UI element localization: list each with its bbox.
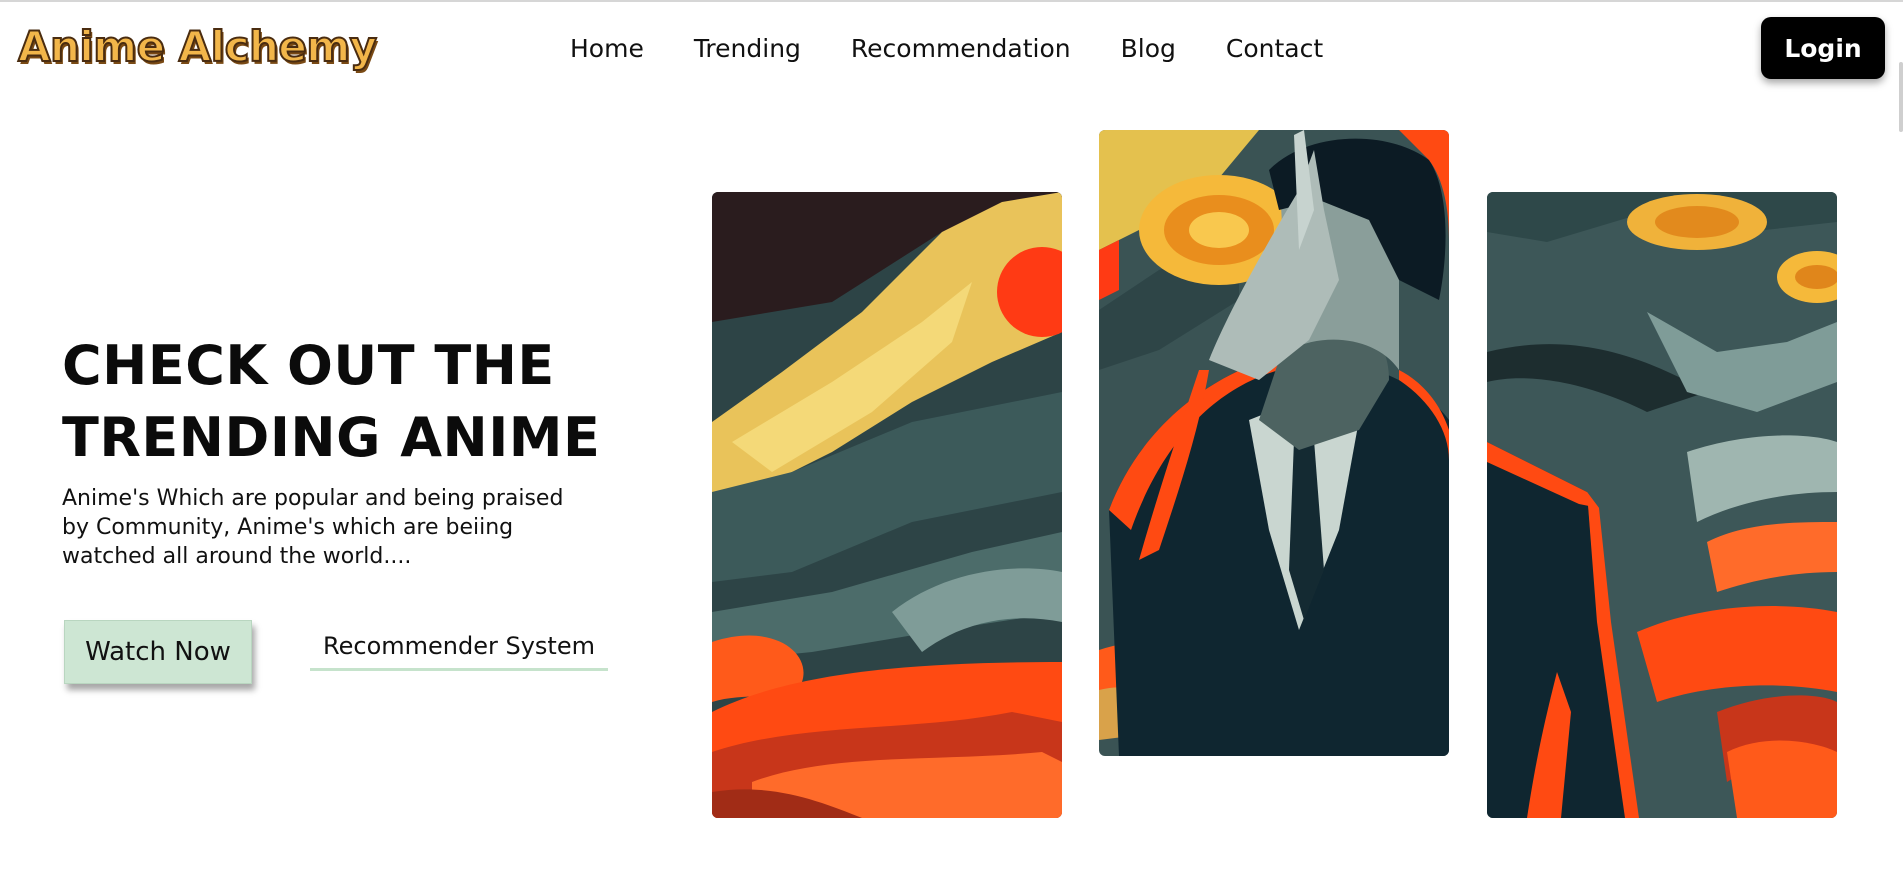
site-logo[interactable]: Anime Alchemy xyxy=(17,21,378,72)
anime-artwork-left xyxy=(712,192,1062,818)
nav-recommendation[interactable]: Recommendation xyxy=(851,34,1071,63)
anime-artwork-center xyxy=(1099,130,1449,756)
anime-artwork-right xyxy=(1487,192,1837,818)
anime-card-center[interactable] xyxy=(1099,130,1449,756)
scrollbar[interactable] xyxy=(1899,62,1903,132)
nav-contact[interactable]: Contact xyxy=(1226,34,1323,63)
hero-title: CHECK OUT THE TRENDING ANIME xyxy=(62,330,622,474)
anime-card-right[interactable] xyxy=(1487,192,1837,818)
page: Anime Alchemy Home Trending Recommendati… xyxy=(0,0,1903,893)
nav-home[interactable]: Home xyxy=(570,34,644,63)
main-nav: Home Trending Recommendation Blog Contac… xyxy=(570,34,1323,63)
login-button[interactable]: Login xyxy=(1761,17,1885,79)
anime-card-left[interactable] xyxy=(712,192,1062,818)
hero-title-line-1: CHECK OUT THE xyxy=(62,334,555,397)
watch-now-button[interactable]: Watch Now xyxy=(64,620,252,684)
hero-title-line-2: TRENDING ANIME xyxy=(62,406,601,469)
nav-blog[interactable]: Blog xyxy=(1121,34,1176,63)
hero-subtitle: Anime's Which are popular and being prai… xyxy=(62,486,564,569)
nav-trending[interactable]: Trending xyxy=(694,34,801,63)
recommender-system-link[interactable]: Recommender System xyxy=(310,632,608,671)
